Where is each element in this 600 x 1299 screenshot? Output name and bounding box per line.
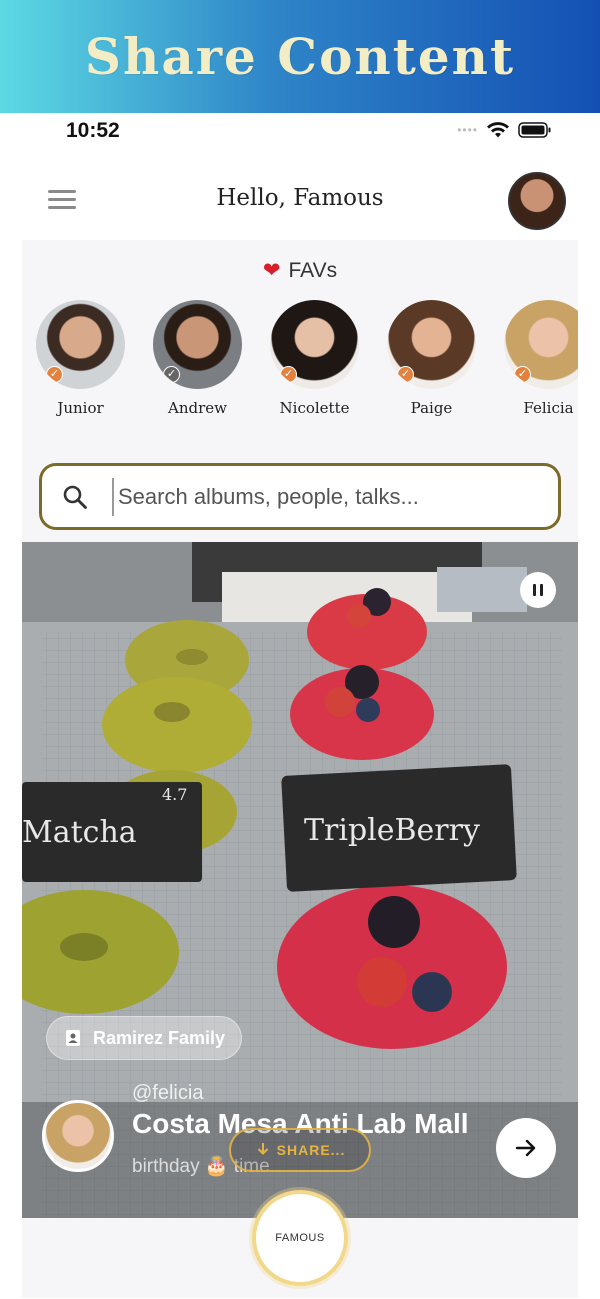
album-name: Ramirez Family: [93, 1027, 226, 1048]
famous-label: FAMOUS: [275, 1232, 325, 1244]
check-icon: ✓: [280, 366, 297, 383]
search-bar[interactable]: [39, 463, 561, 530]
fav-name: Junior: [57, 399, 104, 417]
sign-matcha: Matcha: [22, 815, 137, 850]
album-chip[interactable]: Ramirez Family: [46, 1016, 243, 1060]
sign-matcha-price: 4.7: [162, 785, 187, 804]
wifi-icon: [487, 122, 509, 138]
search-icon: [63, 485, 87, 509]
pause-button[interactable]: [520, 572, 556, 608]
fav-name: Paige: [410, 399, 453, 417]
favs-heading: ❤ FAVs: [22, 258, 578, 283]
signal-icon: ••••: [457, 123, 478, 137]
content-card: ❤ FAVs ✓ Junior ✓ Andrew ✓ Nicolette ✓ Pa…: [22, 240, 578, 1298]
status-icons: ••••: [457, 121, 552, 139]
album-icon: [66, 1030, 80, 1046]
fav-item-felicia[interactable]: ✓ Felicia: [504, 300, 578, 430]
fav-item-junior[interactable]: ✓ Junior: [36, 300, 125, 430]
banner-title: Share Content: [84, 27, 516, 86]
battery-icon: [518, 122, 551, 138]
heart-icon: ❤: [262, 259, 281, 282]
fav-avatar: ✓: [36, 300, 125, 389]
status-time: 10:52: [66, 119, 120, 142]
poster-handle[interactable]: @felicia: [132, 1082, 203, 1105]
fav-item-andrew[interactable]: ✓ Andrew: [153, 300, 242, 430]
status-bar: 10:52 ••••: [0, 113, 600, 149]
fav-name: Felicia: [523, 399, 574, 417]
check-icon: ✓: [46, 366, 63, 383]
app-header: Hello, Famous: [0, 165, 600, 237]
favs-list[interactable]: ✓ Junior ✓ Andrew ✓ Nicolette ✓ Paige ✓: [36, 300, 578, 430]
check-icon: ✓: [514, 366, 531, 383]
arrow-right-icon: [515, 1139, 536, 1157]
fav-avatar: ✓: [504, 300, 578, 389]
profile-avatar[interactable]: [508, 172, 566, 230]
pause-icon: [533, 584, 543, 596]
next-button[interactable]: [496, 1118, 556, 1178]
favs-title: FAVs: [288, 259, 338, 282]
fav-name: Nicolette: [279, 399, 350, 417]
fav-avatar: ✓: [153, 300, 242, 389]
fav-avatar: ✓: [270, 300, 359, 389]
fav-avatar: ✓: [387, 300, 476, 389]
fav-item-paige[interactable]: ✓ Paige: [387, 300, 476, 430]
search-input[interactable]: [112, 478, 532, 516]
check-icon: ✓: [163, 366, 180, 383]
download-icon: [257, 1143, 268, 1155]
fav-item-nicolette[interactable]: ✓ Nicolette: [270, 300, 359, 430]
poster-avatar[interactable]: [42, 1100, 114, 1172]
sign-tripleberry: TripleBerry: [304, 813, 480, 848]
top-banner: Share Content: [0, 0, 600, 113]
share-button[interactable]: SHARE...: [229, 1128, 371, 1172]
post-media[interactable]: Matcha 4.7 TripleBerry Ramirez Family @f…: [22, 542, 578, 1218]
share-label: SHARE...: [276, 1142, 346, 1158]
check-icon: ✓: [397, 366, 414, 383]
famous-home-button[interactable]: FAMOUS: [252, 1190, 348, 1286]
fav-name: Andrew: [168, 399, 227, 417]
